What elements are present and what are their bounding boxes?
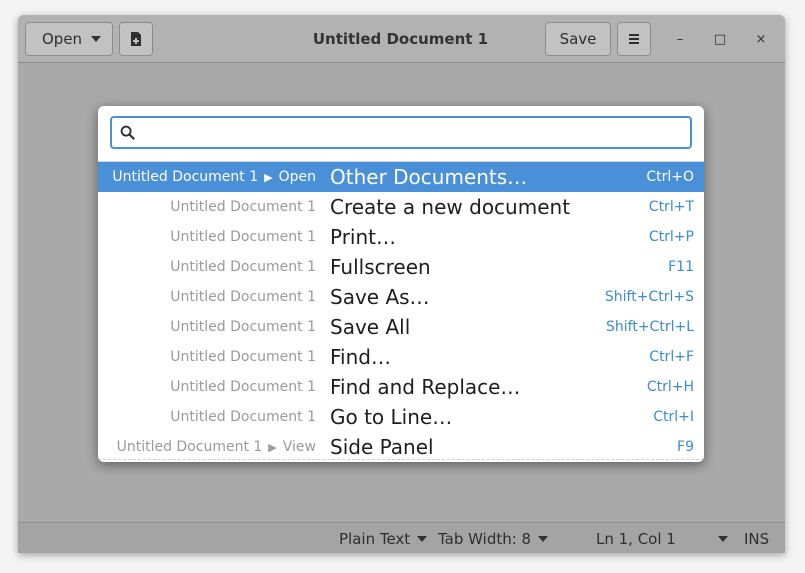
item-context: Untitled Document 1 [170, 259, 316, 275]
menu-button[interactable] [617, 22, 651, 56]
hamburger-menu-icon [629, 34, 639, 44]
item-shortcut: Shift+Ctrl+S [604, 289, 694, 305]
search-input[interactable] [144, 122, 688, 146]
context-arrow-icon: ▶ [268, 441, 277, 454]
cursor-position-label: Ln 1, Col 1 [596, 530, 676, 548]
list-item[interactable]: Untitled Document 1 Find… Ctrl+F [98, 342, 704, 372]
list-item[interactable]: Untitled Document 1 Go to Line… Ctrl+I [98, 402, 704, 432]
item-shortcut: F9 [677, 439, 694, 455]
item-shortcut: Shift+Ctrl+L [606, 319, 694, 335]
item-context: Untitled Document 1 [170, 229, 316, 245]
save-button[interactable]: Save [545, 22, 611, 56]
list-item[interactable]: Untitled Document 1 Create a new documen… [98, 192, 704, 222]
item-label: Find and Replace… [330, 375, 521, 399]
item-shortcut: F11 [668, 259, 694, 275]
list-item[interactable]: Untitled Document 1 Print… Ctrl+P [98, 222, 704, 252]
item-context: Untitled Document 1 [170, 319, 316, 335]
status-bar: Plain Text Tab Width: 8 Ln 1, Col 1 INS [18, 522, 785, 553]
command-list: Untitled Document 1 ▶ Open Other Documents… [98, 161, 704, 462]
item-context: Untitled Document 1 [170, 289, 316, 305]
list-item[interactable]: Untitled Document 1 ▶ View Side Panel F9 [98, 432, 704, 462]
maximize-button[interactable]: □ [710, 29, 730, 49]
list-scroll-edge [98, 459, 704, 460]
list-item[interactable]: Untitled Document 1 Find and Replace… Ct… [98, 372, 704, 402]
item-label: Fullscreen [330, 255, 431, 279]
insert-mode-indicator[interactable]: INS [744, 530, 769, 548]
item-shortcut: Ctrl+P [648, 229, 694, 245]
insert-mode-label: INS [744, 530, 770, 548]
header-bar: Open Untitled Document 1 Save – □ × [18, 15, 785, 63]
item-context: Untitled Document 1 [170, 199, 316, 215]
language-label: Plain Text [339, 530, 411, 548]
new-document-button[interactable] [119, 22, 153, 56]
item-context: Untitled Document 1 [170, 409, 316, 425]
item-label: Save As… [330, 285, 430, 309]
close-button[interactable]: × [751, 29, 771, 49]
window-title: Untitled Document 1 [312, 30, 489, 48]
list-item[interactable]: Untitled Document 1 ▶ Open Other Documents… [98, 162, 704, 192]
list-item[interactable]: Untitled Document 1 Save As… Shift+Ctrl+… [98, 282, 704, 312]
context-arrow-icon: ▶ [264, 171, 273, 184]
item-label: Side Panel [330, 435, 434, 459]
new-document-icon [131, 32, 141, 46]
item-label: Find… [330, 345, 391, 369]
minimize-button[interactable]: – [670, 29, 690, 49]
item-shortcut: Ctrl+T [648, 199, 694, 215]
item-label: Other Documents… [330, 165, 528, 189]
item-label: Create a new document [330, 195, 571, 219]
chevron-down-icon [91, 36, 101, 42]
item-label: Save All [330, 315, 411, 339]
close-icon: × [755, 31, 767, 47]
open-button[interactable]: Open [25, 22, 113, 56]
language-selector[interactable]: Plain Text [339, 530, 428, 548]
item-label: Go to Line… [330, 405, 453, 429]
tab-width-label: Tab Width: 8 [438, 530, 532, 548]
tab-width-selector[interactable]: Tab Width: 8 [438, 530, 549, 548]
list-item[interactable]: Untitled Document 1 Fullscreen F11 [98, 252, 704, 282]
item-shortcut: Ctrl+I [653, 409, 694, 425]
minimize-icon: – [676, 31, 684, 47]
item-shortcut: Ctrl+O [646, 169, 694, 185]
cursor-position-selector[interactable]: Ln 1, Col 1 [596, 530, 728, 548]
chevron-down-icon [717, 536, 728, 542]
item-shortcut: Ctrl+F [649, 349, 694, 365]
search-icon [120, 125, 135, 140]
chevron-down-icon [538, 536, 549, 542]
chevron-down-icon [417, 536, 428, 542]
search-box[interactable] [110, 116, 692, 149]
list-item[interactable]: Untitled Document 1 Save All Shift+Ctrl+… [98, 312, 704, 342]
item-context: Untitled Document 1 [170, 349, 316, 365]
command-palette: Untitled Document 1 ▶ Open Other Documents… [98, 106, 704, 462]
item-context: Untitled Document 1 ▶ View [116, 439, 316, 455]
open-button-label: Open [42, 30, 83, 48]
maximize-icon: □ [713, 31, 727, 47]
item-context: Untitled Document 1 ▶ Open [112, 169, 316, 185]
item-context: Untitled Document 1 [170, 379, 316, 395]
item-shortcut: Ctrl+H [646, 379, 694, 395]
item-label: Print… [330, 225, 397, 249]
